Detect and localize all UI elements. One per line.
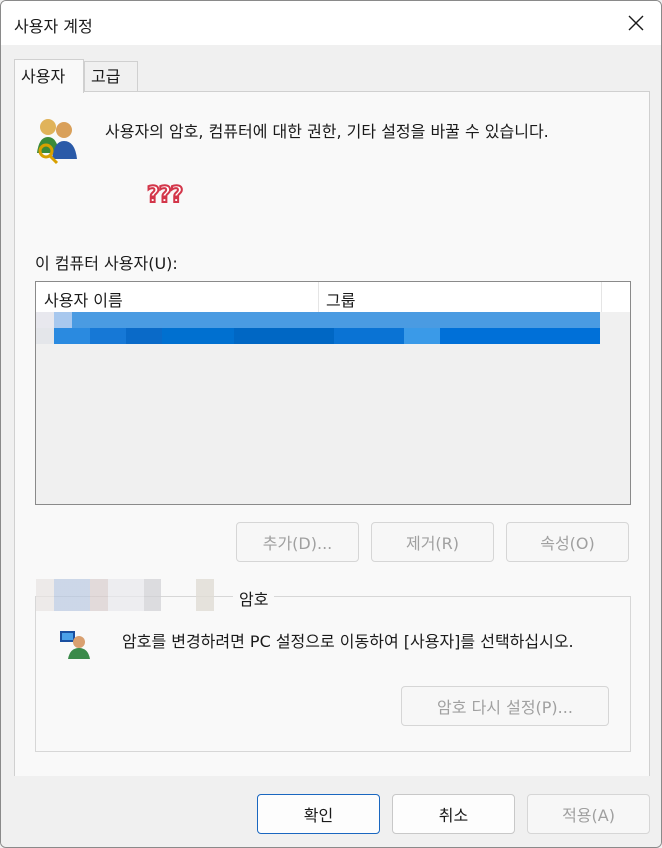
password-groupbox (35, 596, 631, 752)
ok-button[interactable]: 확인 (257, 794, 380, 834)
tab-users[interactable]: 사용자 (14, 59, 84, 93)
password-group-label: 암호 (233, 586, 275, 610)
users-list[interactable]: 사용자 이름 그룹 (35, 281, 631, 505)
table-row[interactable] (36, 312, 630, 344)
close-icon (628, 15, 644, 31)
column-header-group[interactable]: 그룹 (326, 287, 355, 311)
annotation-question-marks: ??? (146, 182, 184, 209)
users-key-icon (37, 119, 77, 165)
list-header: 사용자 이름 그룹 (36, 282, 630, 312)
properties-button[interactable]: 속성(O) (506, 522, 629, 562)
tab-advanced[interactable]: 고급 (84, 61, 138, 92)
remove-user-button[interactable]: 제거(R) (371, 522, 494, 562)
close-button[interactable] (621, 9, 651, 37)
redacted-username (36, 579, 161, 611)
column-divider (601, 282, 602, 312)
users-list-label: 이 컴퓨터 사용자(U): (35, 254, 178, 273)
window-title: 사용자 계정 (14, 17, 93, 36)
title-bar: 사용자 계정 (1, 1, 661, 45)
add-user-button[interactable]: 추가(D)... (236, 522, 359, 562)
user-accounts-dialog: 사용자 계정 사용자 고급 사용자의 암호, 컴퓨터에 대한 권한, 기타 설정… (0, 0, 662, 848)
reset-password-button[interactable]: 암호 다시 설정(P)... (401, 686, 609, 726)
column-divider (318, 282, 319, 312)
intro-description: 사용자의 암호, 컴퓨터에 대한 권한, 기타 설정을 바꿀 수 있습니다. (105, 122, 549, 141)
apply-button[interactable]: 적용(A) (527, 794, 650, 834)
user-monitor-icon (60, 631, 90, 659)
password-instructions: 암호를 변경하려면 PC 설정으로 이동하여 [사용자]를 선택하십시오. (122, 632, 574, 651)
cancel-button[interactable]: 취소 (392, 794, 515, 834)
column-header-username[interactable]: 사용자 이름 (44, 287, 123, 311)
redacted-username-part (196, 579, 214, 611)
